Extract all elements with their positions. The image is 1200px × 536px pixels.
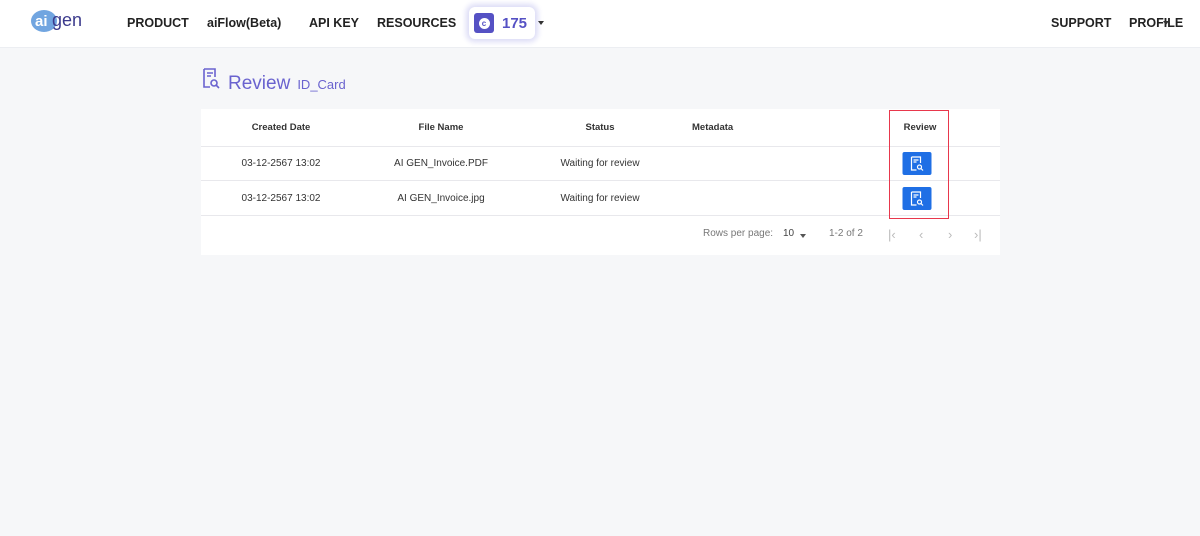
credit-dropdown-icon[interactable] (538, 21, 544, 25)
first-page-icon[interactable]: |‹ (888, 227, 896, 242)
page-subtitle: ID_Card (297, 77, 346, 92)
aigen-logo[interactable]: ai gen (30, 6, 92, 40)
table-row: 03-12-2567 13:02 AI GEN_Invoice.PDF Wait… (201, 147, 1000, 181)
table-row: 03-12-2567 13:02 AI GEN_Invoice.jpg Wait… (201, 181, 1000, 216)
nav-profile[interactable]: PROFILE (1129, 16, 1183, 30)
status: Waiting for review (560, 158, 640, 169)
credit-balance[interactable]: c 175 (469, 7, 535, 39)
nav-api-key[interactable]: API KEY (309, 16, 359, 30)
table-header: Created Date File Name Status Metadata R… (201, 109, 1000, 147)
col-status: Status (585, 122, 615, 133)
top-nav: ai gen PRODUCT aiFlow(Beta) API KEY RESO… (0, 0, 1200, 48)
nav-product[interactable]: PRODUCT (127, 16, 189, 30)
svg-text:ai: ai (35, 13, 48, 30)
col-created-date: Created Date (251, 122, 311, 133)
review-column-highlight (889, 110, 949, 219)
page-title-text: Review (228, 73, 291, 94)
rows-per-page-label: Rows per page: (703, 228, 774, 239)
last-page-icon[interactable]: ›| (974, 227, 982, 242)
rows-per-page-select[interactable]: 10 (783, 228, 794, 239)
file-name: AI GEN_Invoice.jpg (397, 192, 485, 204)
next-page-icon[interactable]: › (948, 227, 952, 242)
nav-resources[interactable]: RESOURCES (377, 16, 456, 30)
rows-per-page-dropdown-icon[interactable] (800, 234, 806, 238)
status: Waiting for review (560, 192, 640, 204)
credit-value: 175 (502, 14, 528, 32)
pagination-range: 1-2 of 2 (829, 228, 863, 239)
file-name: AI GEN_Invoice.PDF (394, 158, 488, 169)
svg-text:gen: gen (52, 10, 82, 30)
profile-dropdown-icon[interactable] (1163, 21, 1169, 25)
review-table: Created Date File Name Status Metadata R… (201, 109, 1000, 255)
created-date: 03-12-2567 13:02 (241, 192, 321, 204)
review-document-icon (203, 68, 220, 89)
nav-aiflow[interactable]: aiFlow(Beta) (207, 16, 281, 30)
nav-support[interactable]: SUPPORT (1051, 16, 1111, 30)
col-file-name: File Name (418, 122, 464, 133)
page-title: Review ID_Card (202, 68, 346, 95)
col-metadata: Metadata (692, 122, 734, 133)
prev-page-icon[interactable]: ‹ (919, 227, 923, 242)
created-date: 03-12-2567 13:02 (241, 158, 321, 169)
credit-coin-icon: c (474, 13, 494, 33)
